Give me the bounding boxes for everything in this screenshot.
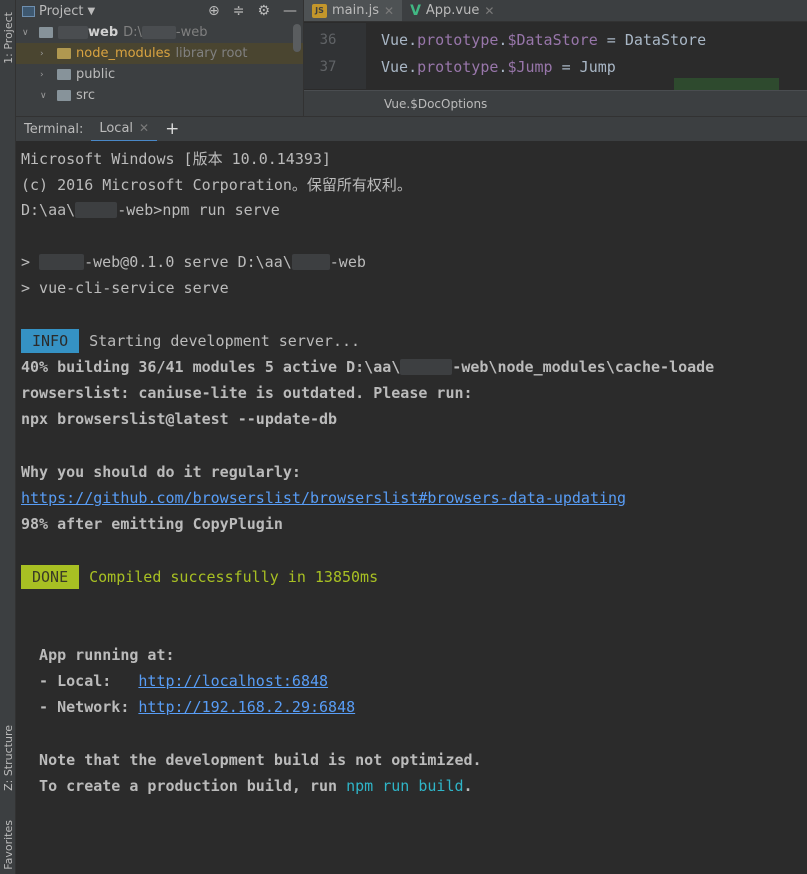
tree-item-node-modules[interactable]: › node_modules library root <box>16 43 303 64</box>
redacted-text <box>75 202 118 218</box>
tab-app-vue[interactable]: V App.vue ✕ <box>402 0 502 21</box>
redacted-text <box>39 254 85 270</box>
terminal-line: - Local: http://localhost:6848 <box>21 672 329 690</box>
close-icon[interactable]: ✕ <box>484 4 494 18</box>
chevron-right-icon[interactable]: › <box>40 70 52 80</box>
crosshair-icon[interactable]: ⊕ <box>208 3 220 19</box>
redacted-text <box>291 254 330 270</box>
local-url-link[interactable]: http://localhost:6848 <box>138 672 328 690</box>
completion-popup[interactable]: Vue.$DocOptions <box>304 90 807 116</box>
folder-icon <box>57 48 71 59</box>
chevron-right-icon[interactable]: › <box>40 49 52 59</box>
highlight-strip <box>674 78 779 90</box>
terminal-output[interactable]: Microsoft Windows [版本 10.0.14393] (c) 20… <box>16 141 807 874</box>
redacted-text <box>141 26 176 39</box>
terminal-line: rowserslist: caniuse-lite is outdated. P… <box>21 384 473 402</box>
close-icon[interactable]: ✕ <box>139 121 149 135</box>
gear-icon[interactable]: ⚙ <box>257 3 270 19</box>
terminal-line: To create a production build, run npm ru… <box>21 777 473 795</box>
terminal-line: 98% after emitting CopyPlugin <box>21 515 283 533</box>
terminal-tab-bar: Terminal: Local ✕ + <box>16 116 807 142</box>
redacted-text <box>400 359 453 375</box>
terminal-line: App running at: <box>21 646 175 664</box>
terminal-line: (c) 2016 Microsoft Corporation。保留所有权利。 <box>21 175 412 194</box>
structure-tool-tab[interactable]: Z: Structure <box>0 715 16 800</box>
tab-local[interactable]: Local ✕ <box>91 117 158 142</box>
folder-icon <box>57 69 71 80</box>
terminal-line: Why you should do it regularly: <box>21 463 301 481</box>
chevron-down-icon[interactable]: ∨ <box>40 91 52 101</box>
tree-item-public[interactable]: › public <box>16 64 303 85</box>
terminal-line: DONE Compiled successfully in 13850ms <box>21 564 378 590</box>
new-terminal-button[interactable]: + <box>157 119 187 139</box>
code-line[interactable]: 36 Vue.prototype.$DataStore = DataStore <box>304 26 707 53</box>
minimize-icon[interactable]: — <box>283 3 297 19</box>
vue-file-icon: V <box>410 2 421 19</box>
terminal-label: Terminal: <box>24 121 84 137</box>
project-header: Project ▼ ⊕ ≑ ⚙ — <box>16 0 303 22</box>
folder-icon <box>39 27 53 38</box>
terminal-line: Microsoft Windows [版本 10.0.14393] <box>21 149 331 168</box>
done-badge: DONE <box>21 565 80 589</box>
close-icon[interactable]: ✕ <box>384 4 394 18</box>
network-url-link[interactable]: http://192.168.2.29:6848 <box>138 698 355 716</box>
collapse-icon[interactable]: ≑ <box>233 3 245 19</box>
js-file-icon: JS <box>312 3 327 18</box>
tree-item-src[interactable]: ∨ src <box>16 85 303 106</box>
terminal-line: INFO Starting development server... <box>21 328 360 354</box>
folder-icon <box>57 90 71 101</box>
project-view-icon <box>22 5 35 17</box>
project-view-selector[interactable]: Project <box>39 4 83 19</box>
browserslist-link[interactable]: https://github.com/browserslist/browsers… <box>21 489 626 507</box>
editor-area: JS main.js ✕ V App.vue ✕ 36 Vue.prototyp… <box>303 0 807 116</box>
redacted-text <box>58 26 88 39</box>
terminal-line: > vue-cli-service serve <box>21 279 229 297</box>
terminal-line: Note that the development build is not o… <box>21 751 482 769</box>
tree-root[interactable]: ∨ web D:\ -web <box>16 22 303 43</box>
project-tool-tab[interactable]: 1: Project <box>0 2 16 74</box>
tab-main-js[interactable]: JS main.js ✕ <box>304 0 403 21</box>
chevron-down-icon[interactable]: ∨ <box>22 28 34 38</box>
code-line[interactable]: 37 Vue.prototype.$Jump = Jump <box>304 53 616 80</box>
terminal-line: > -web@0.1.0 serve D:\aa\ -web <box>21 253 366 271</box>
project-scrollbar[interactable] <box>293 24 301 52</box>
terminal-line: https://github.com/browserslist/browsers… <box>21 485 626 511</box>
terminal-line: 40% building 36/41 modules 5 active D:\a… <box>21 358 715 376</box>
left-tool-strip: 1: Project Z: Structure Favorites <box>0 0 16 874</box>
favorites-tool-tab[interactable]: Favorites <box>0 815 16 874</box>
info-badge: INFO <box>21 329 80 353</box>
caret-down-icon[interactable]: ▼ <box>87 6 95 17</box>
terminal-line: - Network: http://192.168.2.29:6848 <box>21 698 356 716</box>
editor-tabs: JS main.js ✕ V App.vue ✕ <box>304 0 807 22</box>
terminal-line: npx browserslist@latest --update-db <box>21 410 338 428</box>
project-panel: Project ▼ ⊕ ≑ ⚙ — ∨ web D:\ -web › node_… <box>16 0 303 116</box>
terminal-line: D:\aa\ -web>npm run serve <box>21 201 280 219</box>
